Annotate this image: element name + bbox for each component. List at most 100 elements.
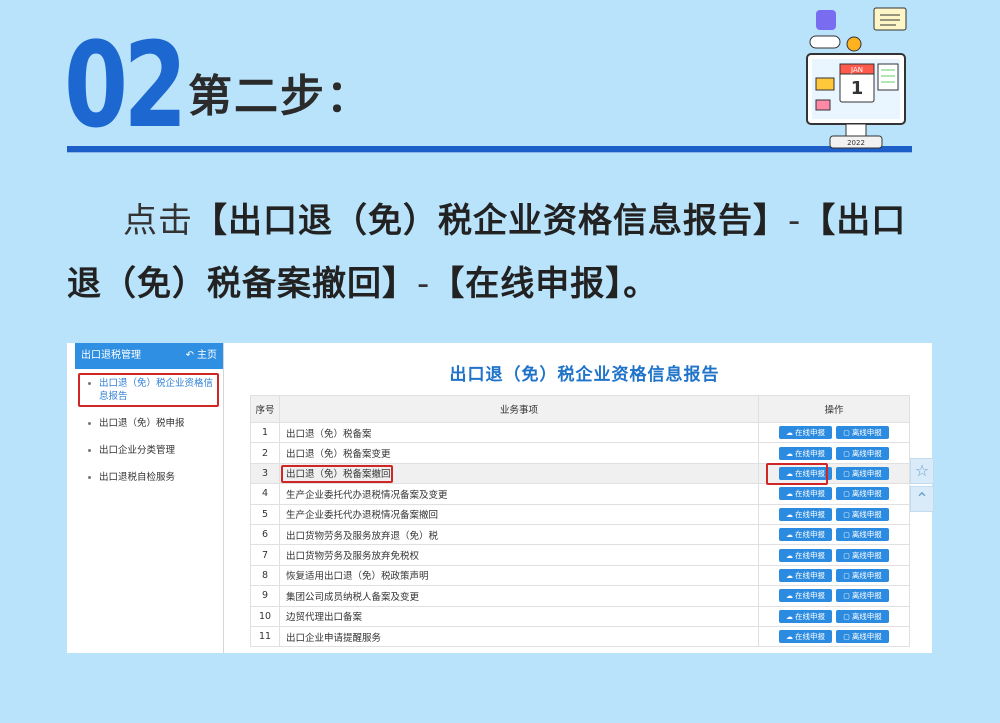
- offline-declare-label: 离线申报: [851, 489, 882, 499]
- row-ops: ☁ 在线申报 ▢ 离线申报: [758, 564, 910, 587]
- row-seq: 1: [250, 421, 280, 444]
- offline-declare-button[interactable]: ▢ 离线申报: [836, 528, 889, 542]
- offline-declare-button[interactable]: ▢ 离线申报: [836, 609, 889, 623]
- offline-declare-button[interactable]: ▢ 离线申报: [836, 487, 889, 501]
- sidebar-item-self-check[interactable]: 出口退税自检服务: [75, 465, 223, 490]
- online-declare-button[interactable]: ☁ 在线申报: [779, 609, 832, 623]
- cloud-upload-icon: ☁: [786, 490, 793, 499]
- online-declare-label: 在线申报: [795, 611, 825, 621]
- monitor-icon: ▢: [843, 469, 850, 478]
- online-declare-button[interactable]: ☁ 在线申报: [779, 426, 832, 440]
- row-ops: ☁ 在线申报 ▢ 离线申报: [758, 625, 910, 648]
- offline-declare-label: 离线申报: [851, 428, 882, 438]
- instruction-separator: -: [788, 201, 802, 241]
- row-ops: ☁ 在线申报 ▢ 离线申报: [758, 605, 910, 627]
- monitor-icon: ▢: [843, 449, 850, 458]
- online-declare-button[interactable]: ☁ 在线申报: [779, 507, 832, 521]
- column-header-ops: 操作: [758, 395, 910, 423]
- table-row: 6 出口货物劳务及服务放弃退（免）税 ☁ 在线申报 ▢ 离线申报: [250, 523, 910, 546]
- online-declare-label: 在线申报: [795, 632, 825, 642]
- main-content: 出口退（免）税企业资格信息报告 序号 业务事项 操作 1 出口退（免）税备案 ☁ 在线…: [237, 343, 932, 653]
- sidebar-item-classification[interactable]: 出口企业分类管理: [75, 438, 223, 463]
- online-declare-button[interactable]: ☁ 在线申报: [779, 589, 832, 603]
- instruction-prefix: 点击: [123, 201, 193, 241]
- row-item-label: 出口货物劳务及服务放弃免税权: [286, 551, 420, 563]
- cloud-upload-icon: ☁: [786, 510, 793, 519]
- row-item-label: 集团公司成员纳税人备案及变更: [286, 591, 420, 603]
- row-item: 生产企业委托代办退税情况备案撤回: [279, 503, 759, 525]
- column-header-seq: 序号: [250, 395, 280, 423]
- page-title: 出口退（免）税企业资格信息报告: [449, 365, 720, 385]
- star-icon[interactable]: ☆: [910, 458, 934, 484]
- cloud-upload-icon: ☁: [786, 531, 793, 540]
- online-declare-button[interactable]: ☁ 在线申报: [779, 630, 832, 644]
- sidebar-header: 出口退税管理 ↶ 主页: [75, 343, 223, 369]
- monitor-icon: ▢: [843, 633, 850, 642]
- row-item-label: 出口退（免）税备案变更: [286, 449, 391, 461]
- row-item-label: 生产企业委托代办退税情况备案及变更: [286, 489, 448, 501]
- online-declare-button[interactable]: ☁ 在线申报: [779, 568, 832, 582]
- table-row: 5 生产企业委托代办退税情况备案撤回 ☁ 在线申报 ▢ 离线申报: [250, 503, 910, 525]
- offline-declare-button[interactable]: ▢ 离线申报: [836, 466, 889, 480]
- row-ops: ☁ 在线申报 ▢ 离线申报: [758, 442, 910, 464]
- online-declare-label: 在线申报: [795, 550, 825, 560]
- online-declare-button[interactable]: ☁ 在线申报: [779, 548, 832, 562]
- row-seq: 7: [250, 544, 280, 566]
- row-item: 边贸代理出口备案: [279, 605, 759, 627]
- table-row: 3 出口退（免）税备案撤回 ☁ 在线申报 ▢ 离线申报: [250, 462, 910, 485]
- cloud-upload-icon: ☁: [786, 633, 793, 642]
- sidebar-title: 出口退税管理: [81, 350, 141, 361]
- online-declare-label: 在线申报: [795, 530, 825, 540]
- row-item: 出口退（免）税备案变更: [279, 442, 759, 464]
- chevron-up-icon[interactable]: ⌃: [910, 486, 934, 512]
- column-header-item: 业务事项: [279, 395, 759, 423]
- calendar-monitor-illustration: JAN 1 2022: [806, 7, 907, 149]
- sidebar-menu: 出口退（免）税企业资格信息报告 出口退（免）税申报 出口企业分类管理 出口退税自…: [75, 371, 223, 490]
- table-row: 9 集团公司成员纳税人备案及变更 ☁ 在线申报 ▢ 离线申报: [250, 585, 910, 607]
- row-seq: 10: [250, 605, 280, 627]
- offline-declare-label: 离线申报: [851, 632, 882, 642]
- svg-text:2022: 2022: [847, 139, 865, 147]
- sidebar-item-tax-declaration[interactable]: 出口退（免）税申报: [75, 411, 223, 436]
- svg-text:JAN: JAN: [850, 66, 863, 74]
- row-item-label: 出口货物劳务及服务放弃退（免）税: [286, 530, 439, 542]
- row-item: 恢复适用出口退（免）税政策声明: [279, 564, 759, 587]
- online-declare-label: 在线申报: [795, 509, 825, 519]
- online-declare-label: 在线申报: [795, 570, 825, 580]
- row-seq: 5: [250, 503, 280, 525]
- apps-icon: [816, 10, 836, 30]
- sidebar-item-qualification-report[interactable]: 出口退（免）税企业资格信息报告: [75, 371, 223, 409]
- row-item-label: 边贸代理出口备案: [286, 612, 363, 624]
- home-link[interactable]: ↶ 主页: [186, 343, 217, 369]
- highlight-box-item: [281, 464, 393, 483]
- offline-declare-button[interactable]: ▢ 离线申报: [836, 589, 889, 603]
- home-label: 主页: [197, 350, 217, 361]
- monitor-icon: ▢: [843, 429, 850, 438]
- offline-declare-label: 离线申报: [851, 591, 882, 601]
- offline-declare-button[interactable]: ▢ 离线申报: [836, 568, 889, 582]
- online-declare-label: 在线申报: [795, 428, 825, 438]
- offline-declare-button[interactable]: ▢ 离线申报: [836, 630, 889, 644]
- monitor-icon: ▢: [843, 510, 850, 519]
- row-item: 出口退（免）税备案: [279, 421, 759, 444]
- title-divider: [67, 146, 912, 153]
- online-declare-button[interactable]: ☁ 在线申报: [779, 528, 832, 542]
- offline-declare-label: 离线申报: [851, 468, 882, 478]
- instruction-text: 点击【出口退（免）税企业资格信息报告】-【出口退（免）税备案撤回】-【在线申报】…: [67, 190, 927, 316]
- offline-declare-button[interactable]: ▢ 离线申报: [836, 426, 889, 440]
- online-declare-button[interactable]: ☁ 在线申报: [779, 446, 832, 460]
- instruction-separator: -: [417, 264, 431, 304]
- row-ops: ☁ 在线申报 ▢ 离线申报: [758, 421, 910, 444]
- offline-declare-button[interactable]: ▢ 离线申报: [836, 507, 889, 521]
- offline-declare-button[interactable]: ▢ 离线申报: [836, 548, 889, 562]
- row-seq: 9: [250, 585, 280, 607]
- row-item-label: 出口企业申请提醒服务: [286, 632, 382, 644]
- monitor-icon: ▢: [843, 612, 850, 621]
- table-row: 1 出口退（免）税备案 ☁ 在线申报 ▢ 离线申报: [250, 421, 910, 444]
- business-table: 序号 业务事项 操作 1 出口退（免）税备案 ☁ 在线申报 ▢ 离线申报 2 出口退（免）税备…: [250, 395, 910, 648]
- table-row: 8 恢复适用出口退（免）税政策声明 ☁ 在线申报 ▢ 离线申报: [250, 564, 910, 587]
- row-item: 生产企业委托代办退税情况备案及变更: [279, 483, 759, 505]
- online-declare-button[interactable]: ☁ 在线申报: [779, 487, 832, 501]
- offline-declare-button[interactable]: ▢ 离线申报: [836, 446, 889, 460]
- row-item: 出口货物劳务及服务放弃免税权: [279, 544, 759, 566]
